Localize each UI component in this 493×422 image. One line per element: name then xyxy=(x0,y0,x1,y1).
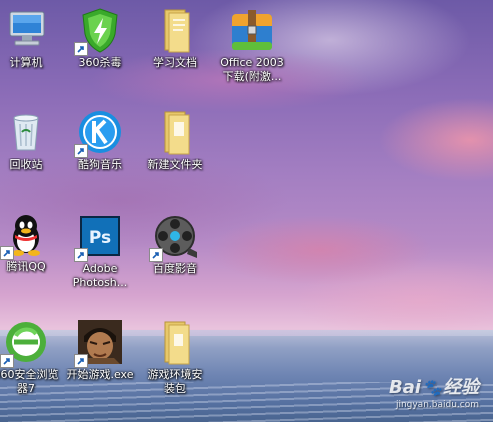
desktop-icon-adobe-photoshop[interactable]: Ps Adobe Photosh... xyxy=(62,212,138,290)
baidu-jingyan-watermark: Bai🐾经验 jingyan.baidu.com xyxy=(389,373,479,410)
paw-icon: 🐾 xyxy=(422,378,442,397)
desktop-icon-label: Office 2003 下载(附激... xyxy=(220,56,284,83)
desktop-icon-label: 计算机 xyxy=(9,56,43,69)
desktop-icon-label: 腾讯QQ xyxy=(6,260,46,273)
desktop-icon-360-browser[interactable]: 360安全浏览 器7 xyxy=(0,318,64,396)
computer-icon xyxy=(2,6,50,54)
desktop-icon-tencent-qq[interactable]: 腾讯QQ xyxy=(0,210,64,274)
shortcut-arrow-icon xyxy=(74,248,88,262)
desktop-icon-label: Adobe Photosh... xyxy=(72,262,128,289)
watermark-url: jingyan.baidu.com xyxy=(395,400,479,410)
shortcut-arrow-icon xyxy=(74,354,88,368)
desktop-icon-360-antivirus[interactable]: 360杀毒 xyxy=(62,6,138,70)
kugou-icon xyxy=(74,108,124,158)
folder-icon xyxy=(151,108,199,156)
desktop-icon-label: 新建文件夹 xyxy=(147,158,203,171)
desktop-icon-new-folder[interactable]: 新建文件夹 xyxy=(137,108,213,172)
desktop-icon-label: 开始游戏.exe xyxy=(66,368,134,381)
watermark-brand-left: Bai xyxy=(389,377,422,398)
desktop-icon-label: 酷狗音乐 xyxy=(78,158,122,171)
desktop-icon-recycle-bin[interactable]: 回收站 xyxy=(0,108,64,172)
recycle-bin-icon xyxy=(2,108,50,156)
watermark-brand-right: 经验 xyxy=(443,377,479,398)
shortcut-arrow-icon xyxy=(74,144,88,158)
shortcut-arrow-icon xyxy=(149,248,163,262)
desktop-icon-study-docs[interactable]: 学习文档 xyxy=(137,6,213,70)
desktop-icon-label: 360安全浏览 器7 xyxy=(0,368,59,395)
desktop-icon-label: 百度影音 xyxy=(153,262,197,275)
folder-icon xyxy=(151,6,199,54)
film-reel-icon xyxy=(149,212,199,262)
shortcut-arrow-icon xyxy=(0,246,14,260)
photoshop-icon: Ps xyxy=(74,212,124,262)
qq-penguin-icon xyxy=(0,210,50,260)
360-browser-icon xyxy=(0,318,50,368)
desktop-icon-start-game[interactable]: 开始游戏.exe xyxy=(62,318,138,382)
desktop-icon-label: 360杀毒 xyxy=(78,56,122,69)
shortcut-arrow-icon xyxy=(74,42,88,56)
svg-text:Ps: Ps xyxy=(89,228,111,248)
desktop-icon-game-env-pack[interactable]: 游戏环境安 装包 xyxy=(137,318,213,396)
archive-icon xyxy=(228,6,276,54)
360-shield-icon xyxy=(74,6,124,56)
shortcut-arrow-icon xyxy=(0,354,14,368)
watermark-brand: Bai🐾经验 xyxy=(389,373,479,399)
folder-icon xyxy=(151,318,199,366)
desktop-icon-baidu-video[interactable]: 百度影音 xyxy=(137,212,213,276)
desktop-icon-kugou-music[interactable]: 酷狗音乐 xyxy=(62,108,138,172)
desktop-icon-label: 学习文档 xyxy=(153,56,197,69)
desktop-icon-computer[interactable]: 计算机 xyxy=(0,6,64,70)
desktop-icon-label: 游戏环境安 装包 xyxy=(147,368,203,395)
desktop-icon-office-2003[interactable]: Office 2003 下载(附激... xyxy=(212,6,292,84)
game-character-icon xyxy=(74,318,124,368)
desktop-icon-label: 回收站 xyxy=(9,158,43,171)
